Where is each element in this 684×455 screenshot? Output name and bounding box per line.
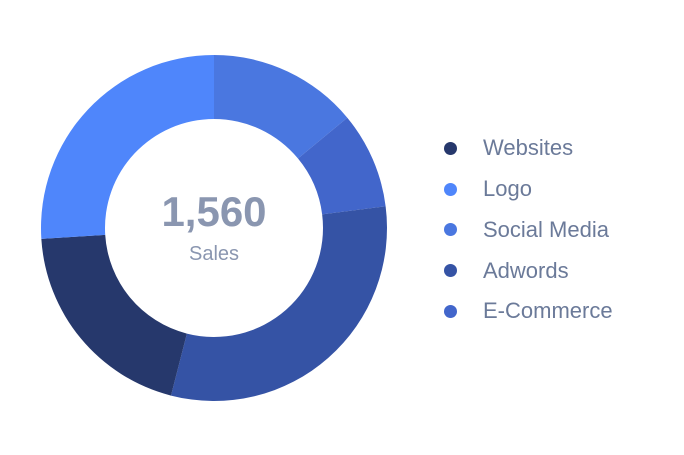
chart-legend: Websites Logo Social Media Adwords E-Com…: [444, 128, 613, 332]
legend-item-social-media: Social Media: [444, 210, 613, 251]
legend-label-e-commerce: E-Commerce: [483, 298, 613, 324]
legend-swatch-logo: [444, 182, 457, 196]
legend-item-adwords: Adwords: [444, 250, 613, 291]
legend-item-websites: Websites: [444, 128, 613, 169]
legend-label-logo: Logo: [483, 176, 532, 202]
slice-adwords: [170, 206, 387, 401]
legend-swatch-e-commerce: [444, 304, 457, 318]
legend-item-e-commerce: E-Commerce: [444, 291, 613, 332]
legend-label-websites: Websites: [483, 135, 574, 161]
legend-label-social-media: Social Media: [483, 216, 609, 242]
legend-swatch-social-media: [444, 223, 457, 237]
center-label: Sales: [189, 243, 239, 265]
legend-label-adwords: Adwords: [483, 257, 569, 283]
legend-item-logo: Logo: [444, 169, 613, 210]
legend-swatch-adwords: [444, 264, 457, 278]
center-value: 1,560: [161, 188, 266, 235]
slice-websites: [41, 234, 187, 396]
legend-swatch-websites: [444, 141, 457, 155]
